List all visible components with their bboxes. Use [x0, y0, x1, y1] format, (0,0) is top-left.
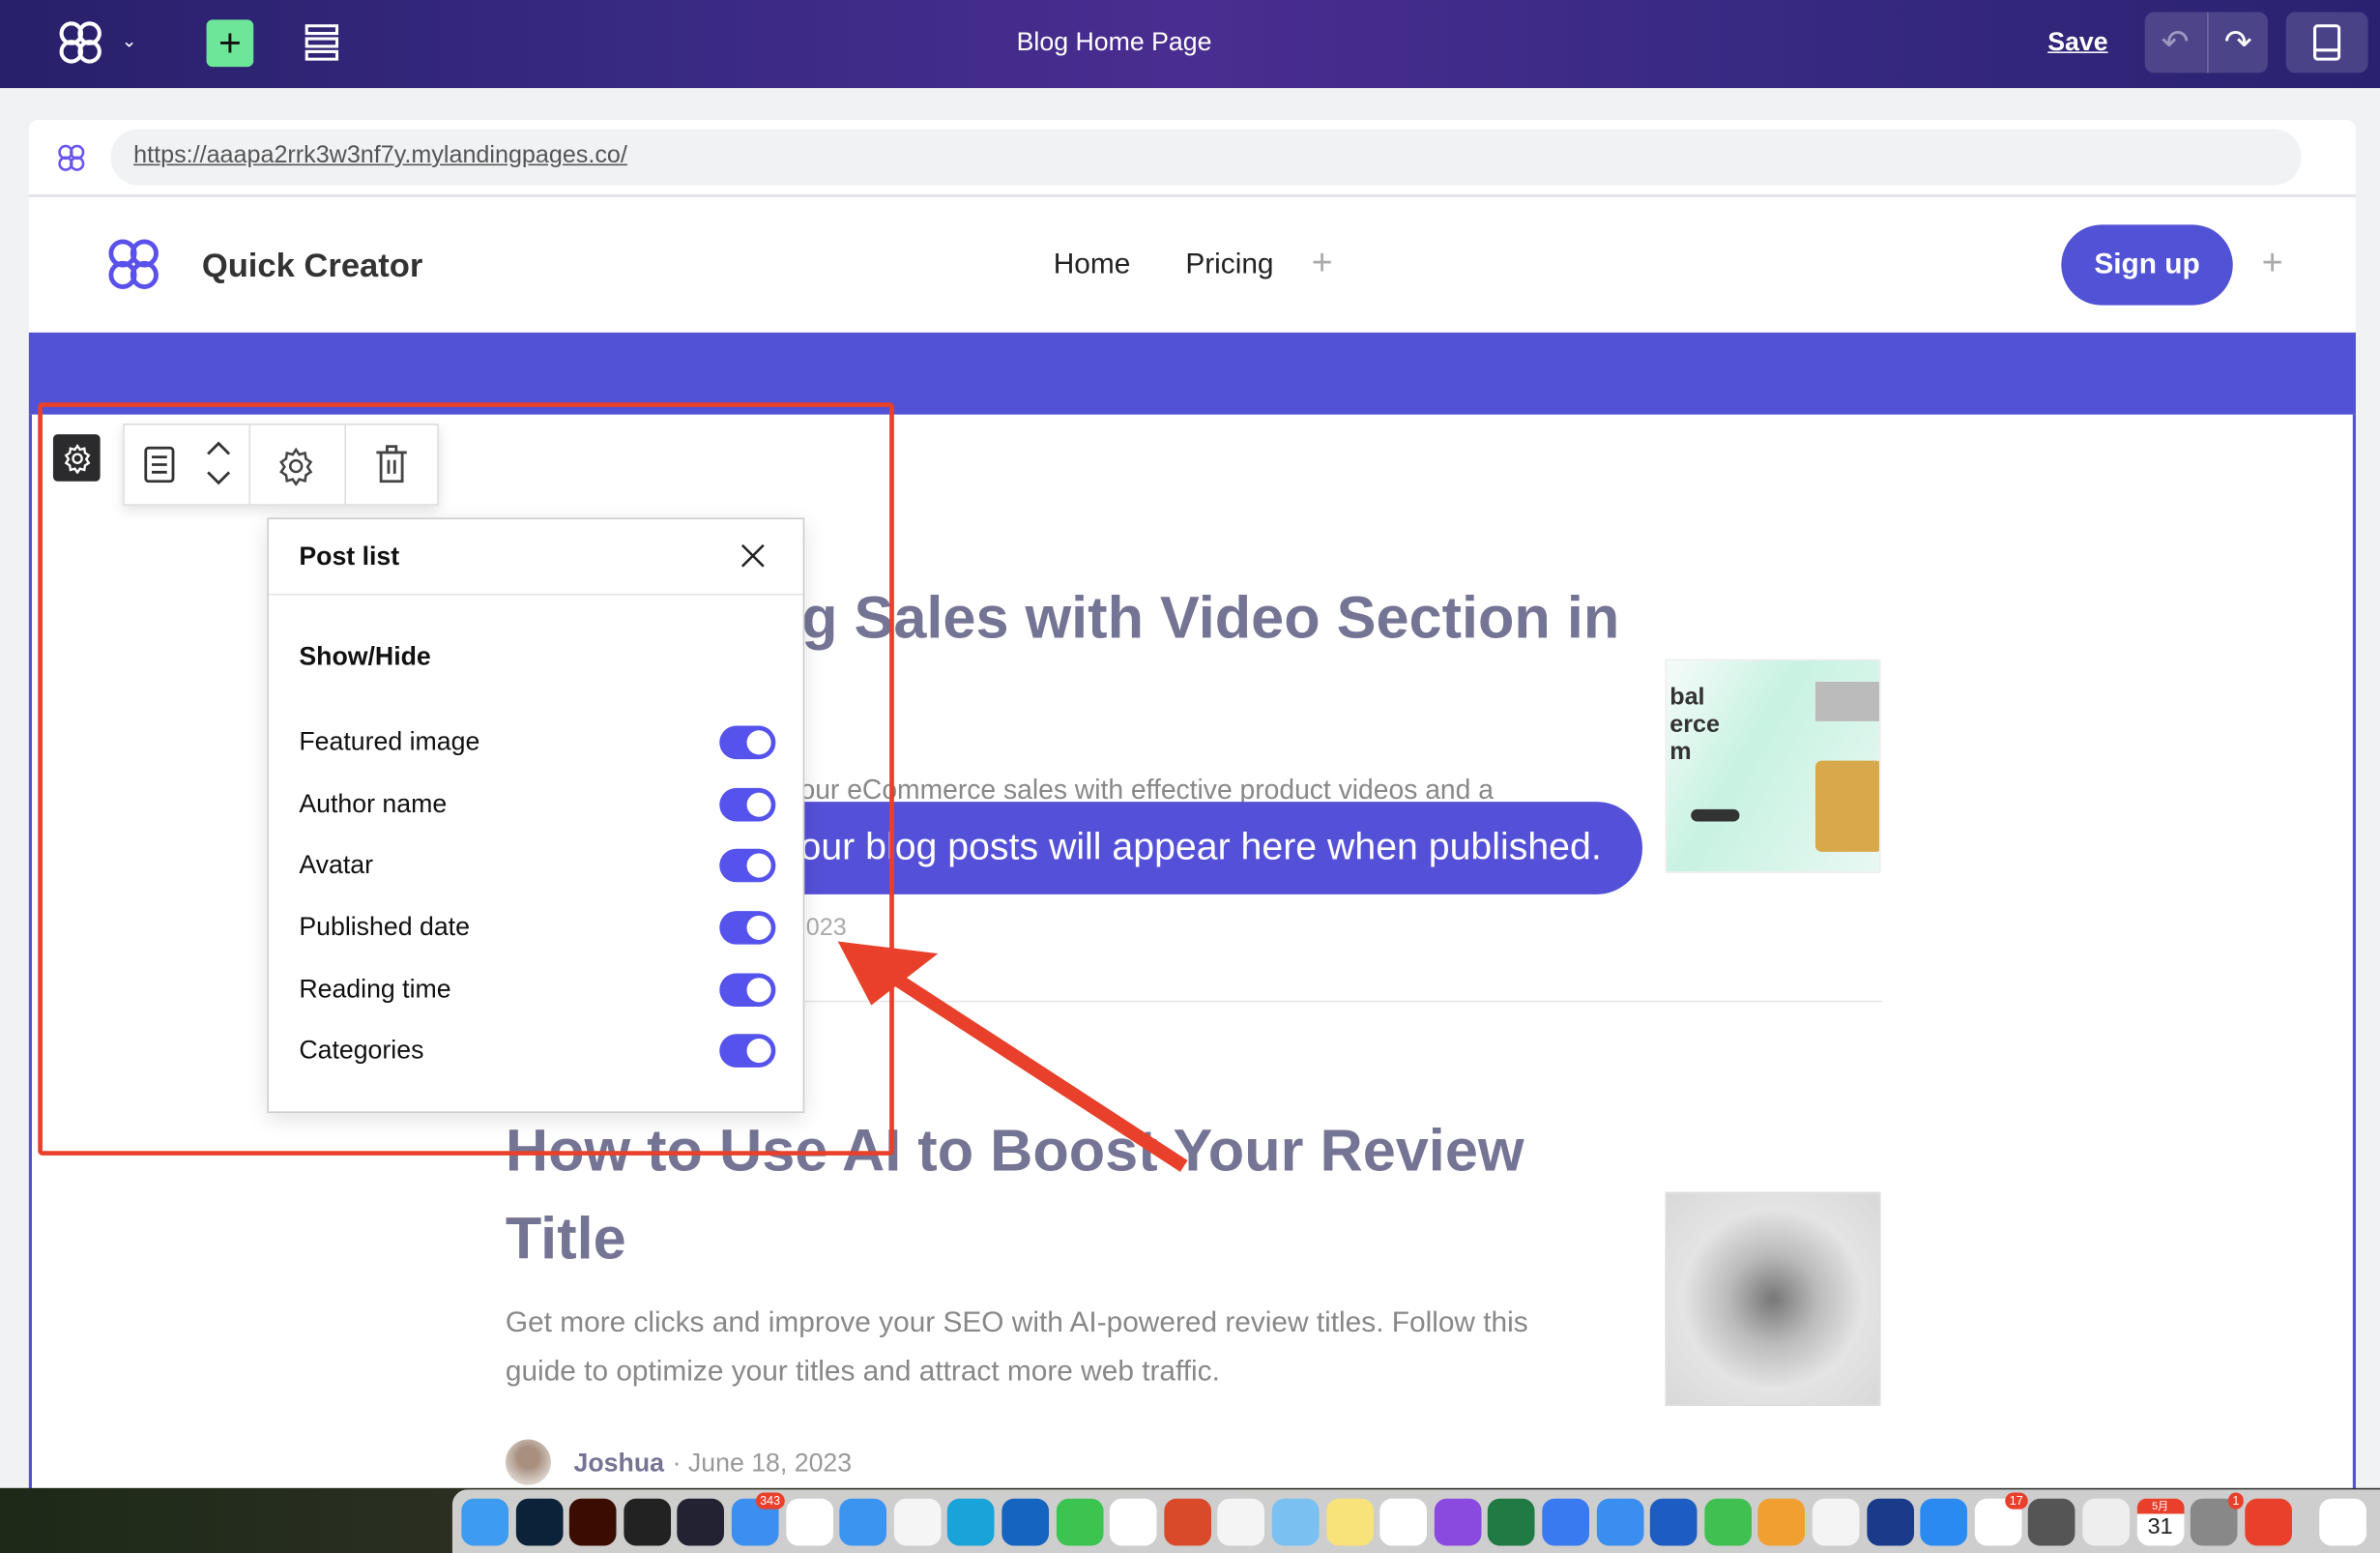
nose-icon[interactable]	[1866, 1498, 1914, 1546]
illustrator-icon[interactable]	[569, 1498, 617, 1546]
numbers-icon[interactable]	[1704, 1498, 1752, 1546]
edge-icon[interactable]	[947, 1498, 996, 1546]
chrome-icon[interactable]	[893, 1498, 942, 1546]
pages-icon[interactable]	[1757, 1498, 1806, 1546]
badge: 343	[755, 1492, 785, 1509]
photoshop-icon[interactable]	[515, 1498, 563, 1546]
tick-icon[interactable]	[785, 1498, 833, 1546]
reminders-icon[interactable]	[1812, 1498, 1860, 1546]
ting-icon[interactable]	[2245, 1498, 2292, 1546]
textedit-icon[interactable]	[1217, 1498, 1265, 1546]
outlook-icon[interactable]	[1001, 1498, 1050, 1546]
finder-icon[interactable]	[461, 1498, 509, 1546]
freeform-icon[interactable]	[1379, 1498, 1428, 1546]
dock: 343 17 5月 31 1	[451, 1489, 2380, 1553]
preview-icon[interactable]	[1271, 1498, 1320, 1546]
calculator-icon[interactable]	[2028, 1498, 2076, 1546]
word-icon[interactable]	[1650, 1498, 1698, 1546]
cat-icon[interactable]	[2319, 1498, 2367, 1546]
annotation-arrow-icon	[837, 941, 1188, 1172]
mail-icon[interactable]: 343	[731, 1492, 785, 1546]
qq-icon[interactable]	[1110, 1498, 1157, 1546]
wechat-icon[interactable]	[1056, 1498, 1103, 1546]
badge: 1	[2227, 1492, 2245, 1509]
badge: 17	[2005, 1492, 2028, 1509]
onenote-icon[interactable]	[1434, 1498, 1482, 1546]
calendar-icon[interactable]: 5月 31	[2136, 1498, 2184, 1546]
launchpad-icon[interactable]	[2082, 1498, 2130, 1546]
excel-icon[interactable]	[1488, 1498, 1536, 1546]
safari-icon[interactable]	[839, 1498, 887, 1546]
calendar-month: 5月	[2136, 1498, 2184, 1514]
appstore-icon[interactable]	[1920, 1498, 1968, 1546]
photos-icon[interactable]: 17	[1974, 1492, 2028, 1546]
cinema4d-icon[interactable]	[677, 1498, 725, 1546]
lark-icon[interactable]	[1542, 1498, 1589, 1546]
calendar-day: 31	[2147, 1513, 2173, 1540]
keynote-icon[interactable]	[1596, 1498, 1643, 1546]
figma-icon[interactable]	[624, 1498, 671, 1546]
powerpoint-icon[interactable]	[1164, 1498, 1211, 1546]
settings-icon[interactable]: 1	[2191, 1492, 2245, 1546]
notes-icon[interactable]	[1325, 1498, 1374, 1546]
